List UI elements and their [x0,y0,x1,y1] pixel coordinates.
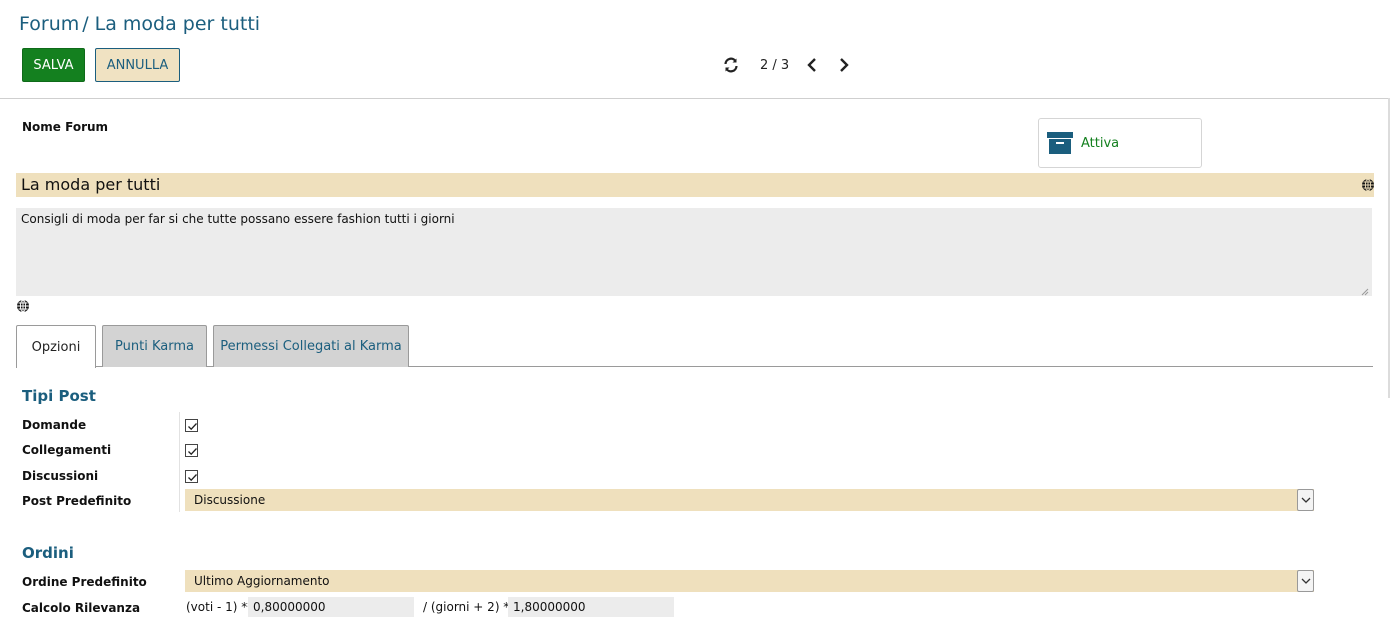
record-counter: 2 / 3 [760,57,790,73]
breadcrumb: Forum / La moda per tutti [19,13,260,35]
check-icon [188,448,197,456]
questions-checkbox[interactable] [185,419,198,432]
cancel-button[interactable]: ANNULLA [95,48,180,82]
active-toggle-button[interactable]: Attiva [1038,118,1202,168]
default-order-label: Ordine Predefinito [22,575,147,589]
field-column-divider [179,412,180,512]
default-post-value: Discussione [194,493,266,507]
description-textarea[interactable]: Consigli di moda per far si che tutte po… [16,208,1372,296]
caret-down-icon[interactable] [1297,489,1314,511]
discussions-label: Discussioni [22,469,99,483]
section-title-orders: Ordini [22,544,74,562]
status-label: Attiva [1081,135,1120,151]
questions-label: Domande [22,418,87,432]
tab-punti-karma[interactable]: Punti Karma [102,325,207,367]
days-formula-text: / (giorni + 2) ** [423,600,516,614]
refresh-icon[interactable] [722,56,740,74]
description-text: Consigli di moda per far si che tutte po… [21,212,455,226]
default-post-label: Post Predefinito [22,494,132,508]
check-icon [188,474,197,482]
record-pager: 2 / 3 [722,56,851,74]
default-order-value: Ultimo Aggiornamento [194,574,330,588]
links-checkbox[interactable] [185,444,198,457]
tab-opzioni[interactable]: Opzioni [16,325,96,368]
section-title-post-types: Tipi Post [22,387,96,405]
breadcrumb-parent[interactable]: Forum [19,13,79,35]
globe-icon[interactable] [1361,178,1375,192]
resize-grip-icon[interactable] [1361,285,1369,296]
name-label: Nome Forum [22,120,109,134]
check-icon [188,423,197,431]
save-button[interactable]: SALVA [22,48,85,82]
votes-formula-text: (voti - 1) ** [186,600,254,614]
discussions-checkbox[interactable] [185,470,198,483]
toolbar-divider [0,98,1390,99]
breadcrumb-current: La moda per tutti [94,13,261,35]
chevron-right-icon[interactable] [837,56,851,74]
breadcrumb-separator: / [82,13,89,35]
forum-name-input[interactable]: La moda per tutti [16,173,1374,197]
default-order-select[interactable]: Ultimo Aggiornamento [185,570,1314,592]
caret-down-icon[interactable] [1297,570,1314,592]
archive-box-icon [1047,131,1073,155]
days-exponent-input[interactable]: 1,80000000 [508,597,674,617]
links-label: Collegamenti [22,443,112,457]
votes-exponent-input[interactable]: 0,80000000 [248,597,414,617]
chevron-left-icon[interactable] [805,56,819,74]
relevance-label: Calcolo Rilevanza [22,601,141,615]
globe-icon[interactable] [16,299,30,313]
default-post-select[interactable]: Discussione [185,489,1314,511]
tab-permessi-karma[interactable]: Permessi Collegati al Karma [213,325,409,367]
